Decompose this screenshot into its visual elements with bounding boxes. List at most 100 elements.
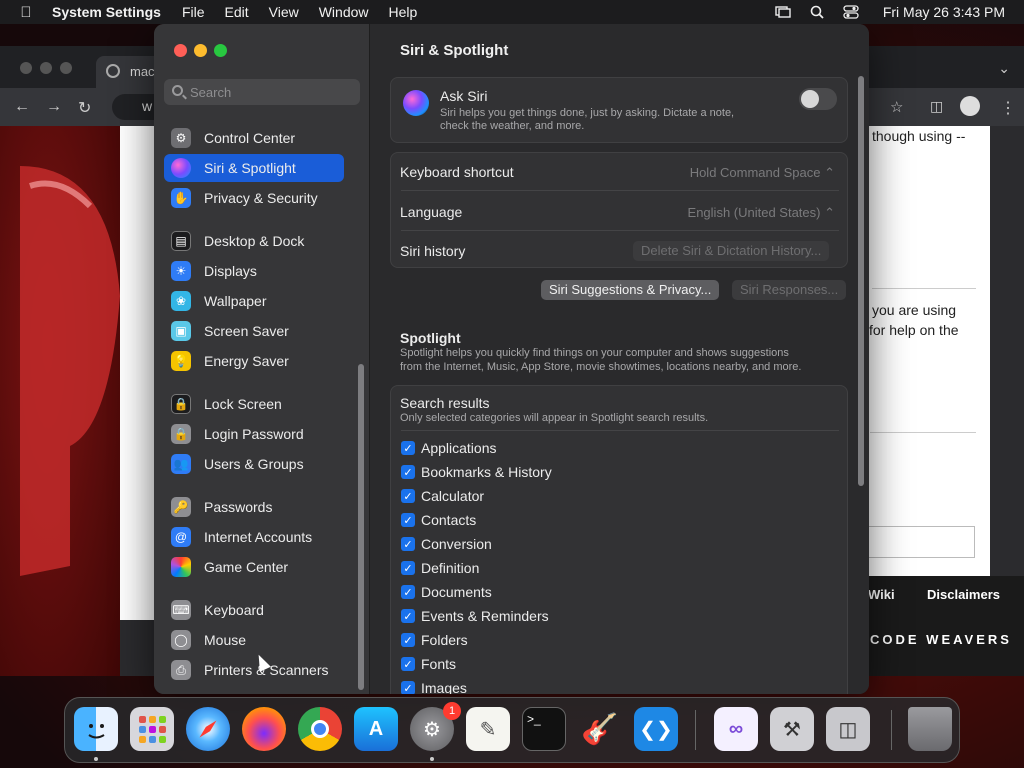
chrome-icon[interactable] (298, 707, 342, 751)
language-popup[interactable]: English (United States) (688, 205, 835, 221)
reload-icon[interactable]: ↻ (78, 98, 91, 118)
sidebar-item-wallpaper[interactable]: ❀ Wallpaper (164, 287, 344, 315)
sidebar-item-internet-accounts[interactable]: @ Internet Accounts (164, 523, 344, 551)
checkbox-events-reminders[interactable]: ✓ Events & Reminders (401, 608, 549, 624)
sidebar-item-siri-spotlight[interactable]: Siri & Spotlight (164, 154, 344, 182)
sidebar-item-displays[interactable]: ☀ Displays (164, 257, 344, 285)
sidebar-item-energy-saver[interactable]: 💡 Energy Saver (164, 347, 344, 375)
back-arrow-icon[interactable]: ← (14, 98, 30, 116)
sidebar-item-passwords[interactable]: 🔑 Passwords (164, 493, 344, 521)
forward-arrow-icon[interactable]: → (46, 98, 62, 116)
firefox-icon[interactable] (242, 707, 286, 751)
ask-siri-toggle[interactable] (799, 88, 837, 110)
menu-view[interactable]: View (269, 4, 299, 20)
bookmark-star-icon[interactable]: ☆ (890, 98, 903, 116)
disk-utility-icon[interactable]: ⚒ (770, 707, 814, 751)
sidebar-item-label: Passwords (204, 499, 273, 515)
spotlight-description: from the Internet, Music, App Store, mov… (400, 361, 802, 373)
textedit-icon[interactable]: ✎ (466, 707, 510, 751)
siri-history-label: Siri history (400, 243, 466, 259)
control-center-menu-icon[interactable] (841, 4, 861, 20)
checkbox-contacts[interactable]: ✓ Contacts (401, 512, 476, 528)
vscode-icon[interactable]: ❮❯ (634, 707, 678, 751)
siri-suggestions-privacy-button[interactable]: Siri Suggestions & Privacy... (541, 280, 720, 300)
ask-siri-section: Ask Siri Siri helps you get things done,… (390, 77, 848, 143)
trash-icon[interactable] (908, 707, 952, 751)
sidebar-search-input[interactable]: Search (164, 79, 360, 105)
browser-minimize-dot[interactable] (40, 62, 52, 74)
app-menu[interactable]: System Settings (52, 4, 161, 20)
app-store-icon[interactable]: A (354, 707, 398, 751)
sidebar-item-privacy-security[interactable]: ✋ Privacy & Security (164, 184, 344, 212)
checkbox-conversion[interactable]: ✓ Conversion (401, 536, 492, 552)
page-input-box[interactable] (865, 526, 975, 558)
minimize-button[interactable] (194, 44, 207, 57)
desktop-dock-icon: ▤ (171, 231, 191, 251)
menu-help[interactable]: Help (389, 4, 418, 20)
energy-saver-icon: 💡 (171, 351, 191, 371)
sidebar-item-label: Privacy & Security (204, 190, 318, 206)
footer-link-wiki[interactable]: Wiki (868, 587, 895, 602)
apple-menu-icon[interactable]:  (0, 4, 52, 21)
screen-mirroring-icon[interactable] (773, 4, 793, 20)
close-button[interactable] (174, 44, 187, 57)
spotlight-description: Spotlight helps you quickly find things … (400, 347, 789, 359)
menu-edit[interactable]: Edit (225, 4, 249, 20)
sidebar-item-users-groups[interactable]: 👥 Users & Groups (164, 450, 344, 478)
archive-utility-icon[interactable]: ◫ (826, 707, 870, 751)
menu-window[interactable]: Window (319, 4, 369, 20)
siri-responses-button[interactable]: Siri Responses... (732, 280, 847, 300)
sidebar-item-control-center[interactable]: ⚙ Control Center (164, 124, 344, 152)
tab-list-chevron-icon[interactable]: ⌄ (998, 60, 1010, 77)
keyboard-shortcut-popup[interactable]: Hold Command Space (690, 165, 835, 181)
delete-siri-history-button[interactable]: Delete Siri & Dictation History... (633, 241, 830, 261)
browser-menu-icon[interactable]: ⋮ (1000, 98, 1016, 118)
sidebar-item-label: Control Center (204, 130, 296, 146)
footer-link-disclaimers[interactable]: Disclaimers (927, 587, 1000, 602)
checkbox-definition[interactable]: ✓ Definition (401, 560, 479, 576)
row-divider (401, 190, 839, 191)
sidebar-item-screen-saver[interactable]: ▣ Screen Saver (164, 317, 344, 345)
checkbox-bookmarks-history[interactable]: ✓ Bookmarks & History (401, 464, 552, 480)
sidebar-item-desktop-dock[interactable]: ▤ Desktop & Dock (164, 227, 344, 255)
sidebar-item-keyboard[interactable]: ⌨ Keyboard (164, 596, 344, 624)
checkmark-icon: ✓ (401, 537, 415, 551)
zoom-button[interactable] (214, 44, 227, 57)
page-title: Siri & Spotlight (400, 42, 509, 59)
main-scrollbar[interactable] (858, 76, 864, 486)
safari-icon[interactable] (186, 707, 230, 751)
profile-avatar[interactable] (960, 96, 980, 116)
sidebar-item-label: Energy Saver (204, 353, 289, 369)
checkbox-calculator[interactable]: ✓ Calculator (401, 488, 484, 504)
sidebar-scrollbar[interactable] (358, 364, 364, 690)
sidepanel-icon[interactable]: ◫ (930, 98, 943, 115)
garageband-icon[interactable]: 🎸 (578, 707, 622, 751)
sidebar-item-mouse[interactable]: ◯ Mouse (164, 626, 344, 654)
checkmark-icon: ✓ (401, 633, 415, 647)
page-text-line: though using -- (872, 128, 966, 144)
finder-icon[interactable] (74, 707, 118, 751)
menu-file[interactable]: File (182, 4, 205, 20)
browser-close-dot[interactable] (20, 62, 32, 74)
sidebar-item-label: Siri & Spotlight (204, 160, 296, 176)
running-indicator (430, 757, 434, 761)
running-indicator (94, 757, 98, 761)
menubar-clock[interactable]: Fri May 26 3:43 PM (883, 4, 1005, 20)
checkbox-images[interactable]: ✓ Images (401, 680, 467, 694)
sidebar-item-game-center[interactable]: Game Center (164, 553, 344, 581)
visual-studio-icon[interactable]: ∞ (714, 707, 758, 751)
checkbox-fonts[interactable]: ✓ Fonts (401, 656, 456, 672)
browser-zoom-dot[interactable] (60, 62, 72, 74)
checkbox-label: Images (421, 680, 467, 694)
checkbox-folders[interactable]: ✓ Folders (401, 632, 468, 648)
checkbox-documents[interactable]: ✓ Documents (401, 584, 492, 600)
search-results-description: Only selected categories will appear in … (400, 412, 709, 424)
keyboard-icon: ⌨ (171, 600, 191, 620)
search-icon (172, 85, 183, 96)
sidebar-item-login-password[interactable]: 🔒 Login Password (164, 420, 344, 448)
terminal-icon[interactable]: >_ (522, 707, 566, 751)
launchpad-icon[interactable] (130, 707, 174, 751)
spotlight-search-icon[interactable] (807, 4, 827, 20)
checkbox-applications[interactable]: ✓ Applications (401, 440, 497, 456)
sidebar-item-lock-screen[interactable]: 🔒 Lock Screen (164, 390, 344, 418)
